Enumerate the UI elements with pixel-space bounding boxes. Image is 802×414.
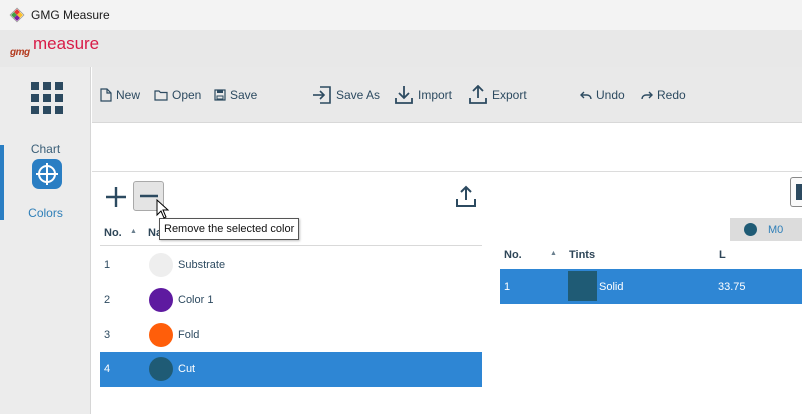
- color-swatch: [149, 323, 173, 347]
- measurement-tab-m0[interactable]: M0: [730, 218, 802, 241]
- panel-toggle-button[interactable]: [790, 177, 802, 207]
- remove-color-tooltip: Remove the selected color: [159, 218, 300, 240]
- color-row-2[interactable]: 2 Color 1: [100, 283, 482, 318]
- color-row-no: 3: [104, 329, 111, 341]
- color-row-no: 1: [104, 259, 111, 271]
- nav-item-chart[interactable]: Chart: [0, 79, 91, 156]
- undo-button[interactable]: Undo: [580, 82, 625, 108]
- title-bar: GMG Measure: [0, 0, 802, 30]
- tint-row-1[interactable]: 1 Solid 33.75: [500, 269, 802, 304]
- floppy-disk-icon: [214, 89, 226, 101]
- color-row-1[interactable]: 1 Substrate: [100, 248, 482, 283]
- left-navigation: Chart Colors: [0, 67, 91, 414]
- color-row-no: 4: [104, 363, 111, 375]
- save-button-label: Save: [230, 88, 258, 102]
- new-file-icon: [100, 88, 112, 102]
- redo-button-label: Redo: [657, 88, 686, 102]
- redo-icon: [641, 91, 653, 100]
- new-button-label: New: [116, 88, 141, 102]
- import-button-label: Import: [418, 88, 453, 102]
- color-row-name: Color 1: [178, 294, 214, 306]
- window-title: GMG Measure: [31, 8, 110, 22]
- export-colors-button[interactable]: [453, 184, 479, 210]
- save-as-icon: [313, 86, 331, 104]
- color-row-name: Cut: [178, 363, 196, 375]
- save-button[interactable]: Save: [214, 82, 257, 108]
- save-as-button-label: Save As: [336, 88, 381, 102]
- tint-swatch: [568, 271, 597, 301]
- nav-item-colors-label: Colors: [28, 206, 63, 220]
- column-header-tints[interactable]: Tints: [569, 249, 595, 261]
- redo-button[interactable]: Redo: [641, 82, 686, 108]
- open-button-label: Open: [172, 88, 202, 102]
- column-header-l[interactable]: L: [719, 249, 726, 261]
- grid-icon: [31, 82, 63, 114]
- gmg-app-icon: [9, 7, 25, 23]
- folder-icon: [154, 90, 168, 101]
- color-swatch: [149, 253, 173, 277]
- color-swatch: [149, 357, 173, 381]
- export-button[interactable]: Export: [468, 82, 527, 108]
- undo-icon: [580, 91, 592, 100]
- import-icon: [395, 86, 413, 104]
- export-button-label: Export: [492, 88, 527, 102]
- content-header-band: [92, 123, 802, 172]
- open-button[interactable]: Open: [154, 82, 201, 108]
- color-row-name: Substrate: [178, 259, 226, 271]
- main-toolbar: New Open Save Save As Import Export Undo…: [92, 67, 802, 123]
- undo-button-label: Undo: [596, 88, 625, 102]
- tints-table-header: No. ▲ Tints L: [500, 244, 802, 268]
- export-icon: [469, 85, 487, 104]
- save-as-button[interactable]: Save As: [312, 82, 380, 108]
- tint-row-no: 1: [504, 281, 511, 293]
- gmg-logo-text: gmg: [10, 47, 30, 58]
- sort-ascending-icon: ▲: [550, 250, 557, 257]
- color-row-3[interactable]: 3 Fold: [100, 318, 482, 353]
- measurement-tab-label: M0: [768, 224, 784, 236]
- column-header-no[interactable]: No.: [504, 249, 522, 261]
- mouse-pointer-icon: [156, 199, 170, 219]
- brand-bar: gmg measure: [0, 30, 802, 67]
- tint-row-l-value: 33.75: [718, 281, 746, 293]
- color-row-4[interactable]: 4 Cut: [100, 352, 482, 387]
- color-row-no: 2: [104, 294, 111, 306]
- color-swatch: [149, 288, 173, 312]
- measure-logo-text: measure: [33, 34, 100, 53]
- nav-item-colors[interactable]: Colors: [0, 145, 91, 221]
- import-button[interactable]: Import: [394, 82, 452, 108]
- add-color-button[interactable]: [103, 184, 129, 210]
- tint-row-name: Solid: [599, 281, 624, 293]
- new-button[interactable]: New: [100, 82, 140, 108]
- measurement-color-dot: [744, 223, 757, 236]
- color-row-name: Fold: [178, 329, 200, 341]
- column-header-no[interactable]: No.: [104, 227, 122, 239]
- sort-ascending-icon: ▲: [130, 228, 137, 235]
- color-target-icon: [32, 159, 62, 189]
